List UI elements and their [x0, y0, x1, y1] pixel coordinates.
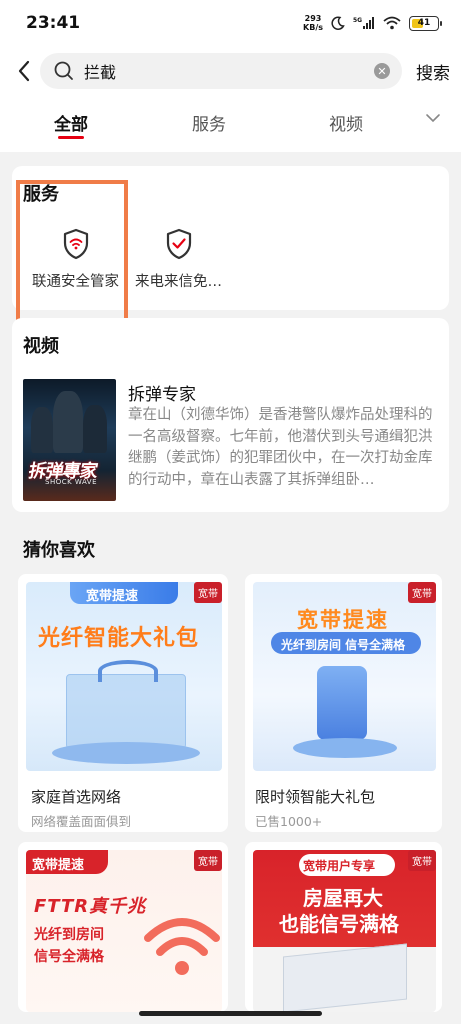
battery-icon: 41 — [409, 15, 442, 31]
signal-5g-icon: 5G — [353, 17, 374, 29]
product-tag: 宽带 — [194, 582, 222, 603]
video-section-title: 视频 — [23, 336, 59, 357]
net-speed-unit: KB/s — [303, 23, 323, 32]
banner-ribbon: 宽带用户专享 — [303, 859, 376, 873]
svg-text:5G: 5G — [353, 17, 362, 24]
filter-tabs: 全部 服务 视频 — [0, 96, 461, 152]
video-description: 章在山（刘德华饰）是香港警队爆炸品处理科的一名高级督察。七年前，他潜伏到头号通缉… — [128, 407, 433, 488]
tab-all[interactable]: 全部 — [54, 110, 88, 135]
banner-headline: 宽带提速 — [297, 608, 389, 632]
product-card[interactable]: 宽带提速 FTTR真千兆 光纤到房间 信号全满格 宽带 — [18, 842, 228, 1012]
product-card[interactable]: 宽带提速 光纤智能大礼包 宽带 家庭首选网络 网络覆盖面面俱到 — [18, 574, 228, 832]
product-name: 限时领智能大礼包 — [255, 788, 376, 806]
back-button[interactable] — [4, 51, 44, 91]
product-subtitle: 已售1000+ — [255, 814, 323, 829]
chevron-left-icon — [18, 60, 30, 82]
product-tag: 宽带 — [194, 850, 222, 871]
product-image: 宽带用户专享 房屋再大 也能信号满格 — [253, 850, 436, 1012]
banner-subtitle: 光纤到房间 信号全满格 — [281, 638, 406, 652]
product-image: 宽带提速 FTTR真千兆 光纤到房间 信号全满格 — [26, 850, 222, 1012]
status-bar: 23:41 293 KB/s 5G 41 — [0, 0, 461, 46]
banner-line-2: 信号全满格 — [34, 949, 104, 965]
banner-headline: 光纤智能大礼包 — [38, 626, 200, 651]
chevron-down-icon[interactable] — [425, 110, 441, 126]
wifi-icon — [144, 918, 220, 975]
search-bar: ✕ 搜索 — [0, 46, 461, 96]
product-card[interactable]: 宽带提速 光纤到房间 信号全满格 宽带 限时领智能大礼包 已售1000+ — [245, 574, 442, 832]
product-image: 宽带提速 光纤智能大礼包 — [26, 582, 222, 771]
close-icon: ✕ — [377, 64, 387, 78]
battery-level: 41 — [417, 18, 431, 28]
search-box[interactable]: ✕ — [40, 53, 402, 89]
home-indicator[interactable] — [139, 1011, 322, 1016]
net-speed-value: 293 — [304, 14, 322, 23]
wifi-icon — [383, 16, 401, 30]
active-tab-indicator — [58, 136, 84, 139]
product-tag: 宽带 — [408, 850, 436, 871]
banner-line-2: 也能信号满格 — [279, 912, 399, 936]
tab-services[interactable]: 服务 — [192, 110, 226, 135]
video-title[interactable]: 拆弹专家 — [128, 380, 196, 405]
poster-subtitle: SHOCK WAVE — [45, 478, 98, 486]
banner-line-1: 房屋再大 — [303, 886, 383, 910]
clear-search-button[interactable]: ✕ — [374, 63, 390, 79]
moon-icon — [331, 16, 345, 30]
tab-videos[interactable]: 视频 — [329, 110, 363, 135]
search-input[interactable] — [84, 61, 374, 81]
status-icons: 293 KB/s 5G 41 — [303, 14, 442, 32]
highlight-box — [16, 180, 128, 330]
search-icon — [54, 61, 73, 80]
product-name: 家庭首选网络 — [31, 788, 122, 806]
service-item-call-block[interactable]: 来电来信免… — [126, 228, 231, 291]
product-subtitle: 网络覆盖面面俱到 — [31, 814, 132, 829]
status-time: 23:41 — [26, 13, 81, 33]
banner-line-1: 光纤到房间 — [34, 927, 104, 943]
guess-section-title: 猜你喜欢 — [23, 540, 95, 561]
banner-headline: FTTR真千兆 — [34, 896, 147, 917]
service-label: 来电来信免… — [135, 274, 222, 290]
banner-ribbon: 宽带提速 — [86, 589, 139, 604]
product-tag: 宽带 — [408, 582, 436, 603]
search-button[interactable]: 搜索 — [416, 59, 450, 84]
shield-check-icon — [166, 228, 191, 260]
video-poster[interactable]: 拆弹專家 SHOCK WAVE — [23, 379, 116, 501]
product-card[interactable]: 宽带用户专享 房屋再大 也能信号满格 宽带 — [245, 842, 442, 1012]
banner-ribbon: 宽带提速 — [32, 858, 85, 873]
net-speed: 293 KB/s — [303, 14, 323, 32]
product-image: 宽带提速 光纤到房间 信号全满格 — [253, 582, 436, 771]
